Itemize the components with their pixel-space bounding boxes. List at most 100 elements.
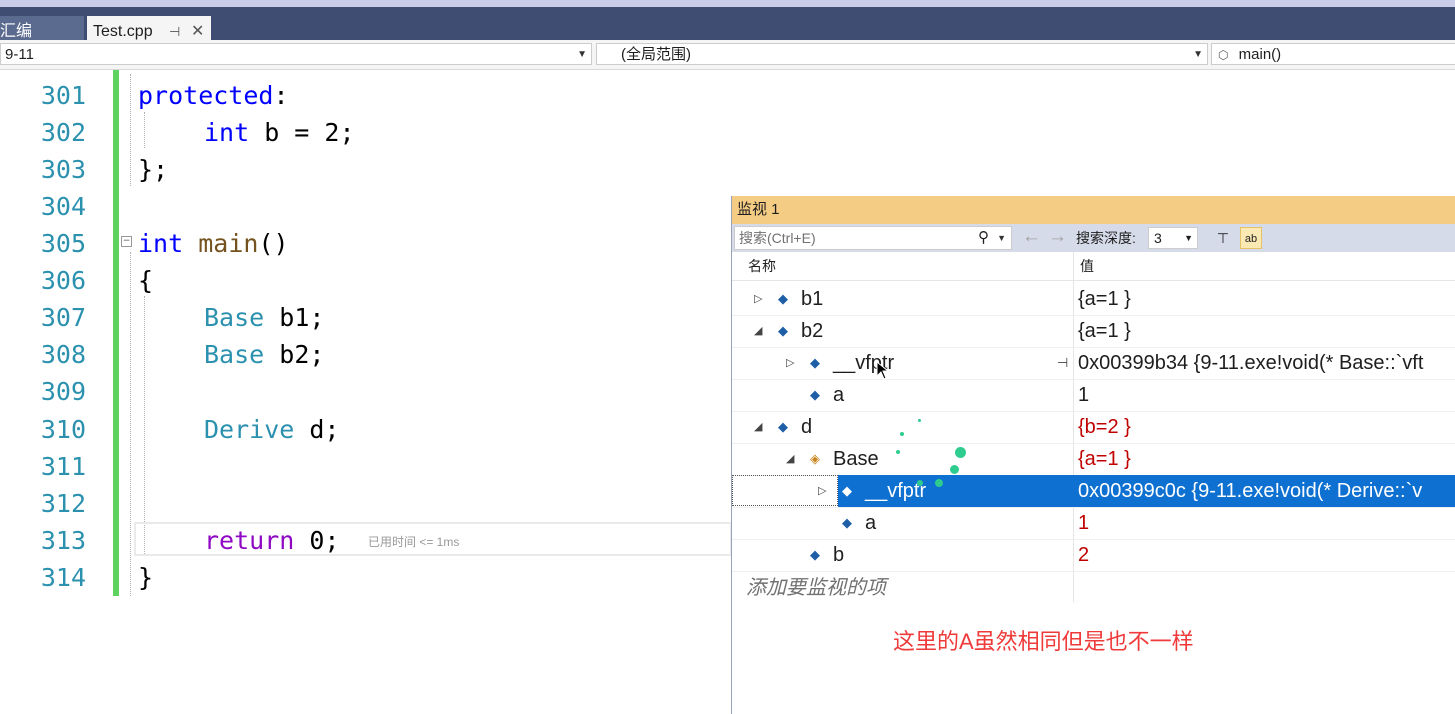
chevron-down-icon: ▼ <box>1193 49 1203 60</box>
line-number: 312 <box>40 489 86 518</box>
line-number: 306 <box>40 266 86 295</box>
watch-value: {b=2 } <box>1078 416 1131 438</box>
expand-icon[interactable]: ▷ <box>818 475 826 507</box>
watch-toolbar: 搜索(Ctrl+E) ⚲ ▼ ← → 搜索深度: 3 ▼ ⊤ ab <box>732 224 1455 252</box>
highlight-dot <box>900 432 904 436</box>
code-line: 307 Base b1; <box>0 299 732 336</box>
line-number: 301 <box>40 81 86 110</box>
search-depth-label: 搜索深度: <box>1076 230 1136 246</box>
line-number: 307 <box>40 303 86 332</box>
code-line: 313 return 0; <box>0 522 732 559</box>
scope-dropdown[interactable]: (全局范围) ▼ <box>596 43 1208 65</box>
watch-row-selected[interactable]: ▷ ◆ __vfptr 0x00399c0c {9-11.exe!void(* … <box>732 475 1455 508</box>
highlight-dot <box>917 480 923 486</box>
member-dropdown[interactable]: ⬡ main() <box>1211 43 1455 65</box>
code-line: 309 <box>0 373 732 410</box>
watch-row[interactable]: ◆ a 1 <box>732 507 1455 540</box>
value-column-header[interactable]: 值 <box>1080 252 1094 280</box>
line-text: protected: <box>138 81 289 110</box>
watch-value: 1 <box>1078 384 1090 406</box>
watch-name: b2 <box>801 320 824 342</box>
code-line: 301 protected: <box>0 77 732 114</box>
line-text: Base b2; <box>204 340 325 369</box>
code-line: 303 }; <box>0 151 732 188</box>
code-line: 312 <box>0 485 732 522</box>
watch-row[interactable]: ◆ a 1 <box>732 379 1455 412</box>
watch-value: 1 <box>1078 512 1090 534</box>
search-icon[interactable]: ⚲ <box>978 227 989 249</box>
collapse-icon[interactable]: ◢ <box>786 443 794 475</box>
watch-row[interactable]: ◢ ◆ d {b=2 } <box>732 411 1455 444</box>
mouse-cursor-icon <box>876 361 890 380</box>
watch-name: d <box>801 416 813 438</box>
document-tab-bar: 汇编 Test.cpp ⊣ ✕ <box>0 7 1455 47</box>
watch-row[interactable]: ◢ ◈ Base {a=1 } <box>732 443 1455 476</box>
code-line: 310 Derive d; <box>0 411 732 448</box>
highlight-dot <box>918 419 921 422</box>
highlight-dot <box>896 450 900 454</box>
line-number: 310 <box>40 415 86 444</box>
watch-row[interactable]: ◢ ◆ b2 {a=1 } <box>732 315 1455 348</box>
line-text: return 0; <box>204 526 340 555</box>
watch-value: {a=1 } <box>1078 320 1131 342</box>
variable-icon: ◆ <box>810 355 820 370</box>
collapse-icon[interactable]: ◢ <box>754 315 762 347</box>
line-number: 304 <box>40 192 86 221</box>
expand-icon[interactable]: ▷ <box>786 347 794 379</box>
line-text: { <box>138 266 154 295</box>
variable-icon: ◆ <box>842 483 852 498</box>
function-icon: ⬡ <box>1218 48 1229 62</box>
watch-row[interactable]: ▷ ◆ b1 {a=1 } <box>732 283 1455 316</box>
watch-row[interactable]: ▷ ◆ __vfptr ⊣ 0x00399b34 {9-11.exe!void(… <box>732 347 1455 380</box>
watch-value: {a=1 } <box>1078 448 1131 470</box>
watch-value: 0x00399c0c {9-11.exe!void(* Derive::`v <box>1078 480 1423 502</box>
expand-icon[interactable]: ▷ <box>754 283 762 315</box>
variable-icon: ◆ <box>778 291 788 306</box>
search-next-icon[interactable]: → <box>1048 226 1067 248</box>
line-number: 311 <box>40 452 86 481</box>
base-class-icon: ◈ <box>810 451 820 466</box>
watch-name: b1 <box>801 288 824 310</box>
watch-title: 监视 1 <box>737 201 780 218</box>
add-watch-item[interactable]: 添加要监视的项 <box>746 572 886 604</box>
search-previous-icon[interactable]: ← <box>1022 226 1041 248</box>
field-icon: ◆ <box>810 387 820 402</box>
line-text: Base b1; <box>204 303 325 332</box>
watch-value: 2 <box>1078 544 1090 566</box>
collapse-icon[interactable]: ◢ <box>754 411 762 443</box>
search-placeholder: 搜索(Ctrl+E) <box>739 230 816 246</box>
project-dropdown[interactable]: 9-11 ▼ <box>0 43 592 65</box>
search-depth-dropdown[interactable]: 3 ▼ <box>1148 227 1198 249</box>
hex-display-icon[interactable]: ab <box>1240 227 1262 249</box>
line-text: int b = 2; <box>204 118 355 147</box>
pin-icon[interactable]: ⊣ <box>1057 347 1068 379</box>
line-number: 302 <box>40 118 86 147</box>
code-line: 308 Base b2; <box>0 336 732 373</box>
watch-search-input[interactable]: 搜索(Ctrl+E) ⚲ ▼ <box>734 226 1012 250</box>
code-line: 305 int main() <box>0 225 732 262</box>
chevron-down-icon[interactable]: ▼ <box>997 227 1006 249</box>
highlight-dot <box>955 447 966 458</box>
field-icon: ◆ <box>810 547 820 562</box>
line-text: }; <box>138 155 169 184</box>
watch-title-bar[interactable]: 监视 1 <box>732 196 1455 224</box>
line-text: } <box>138 563 154 592</box>
highlight-dot <box>950 465 959 474</box>
annotation-text: 这里的A虽然相同但是也不一样 <box>893 629 1194 654</box>
pin-filter-icon[interactable]: ⊤ <box>1212 227 1234 249</box>
variable-icon: ◆ <box>778 323 788 338</box>
watch-value: 0x00399b34 {9-11.exe!void(* Base::`vft <box>1078 352 1424 374</box>
code-line: 311 <box>0 448 732 485</box>
search-depth-value: 3 <box>1154 230 1162 246</box>
code-line: 314 } <box>0 559 732 596</box>
member-value: main() <box>1238 46 1282 63</box>
watch-column-header: 名称 值 <box>732 252 1455 281</box>
name-column-header[interactable]: 名称 <box>748 252 776 280</box>
watch-row[interactable]: ◆ b 2 <box>732 539 1455 572</box>
watch-name: a <box>833 384 845 406</box>
code-line: 302 int b = 2; <box>0 114 732 151</box>
highlight-dot <box>935 479 943 487</box>
navigation-bar: 9-11 ▼ (全局范围) ▼ ⬡ main() <box>0 40 1455 70</box>
scope-value: (全局范围) <box>621 46 691 63</box>
line-text: Derive d; <box>204 415 340 444</box>
